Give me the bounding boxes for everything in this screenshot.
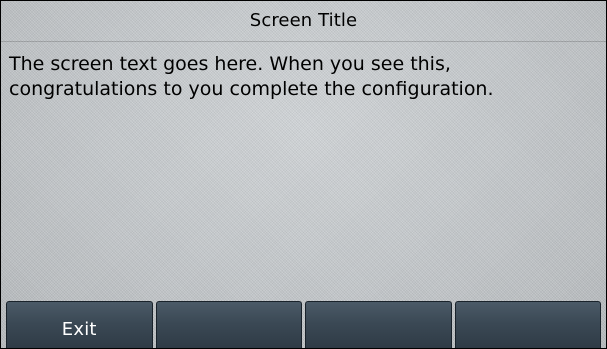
screen-title: Screen Title: [249, 9, 358, 31]
softkey-bar: Exit: [1, 301, 606, 348]
screen-text: The screen text goes here. When you see …: [9, 53, 494, 100]
softkey-4-button[interactable]: [454, 301, 601, 348]
softkey-3-button[interactable]: [305, 301, 452, 348]
phone-screen: Screen Title The screen text goes here. …: [0, 0, 607, 349]
softkey-2-button[interactable]: [155, 301, 302, 348]
title-divider: [1, 41, 606, 42]
softkey-1-exit-button[interactable]: Exit: [6, 301, 153, 348]
